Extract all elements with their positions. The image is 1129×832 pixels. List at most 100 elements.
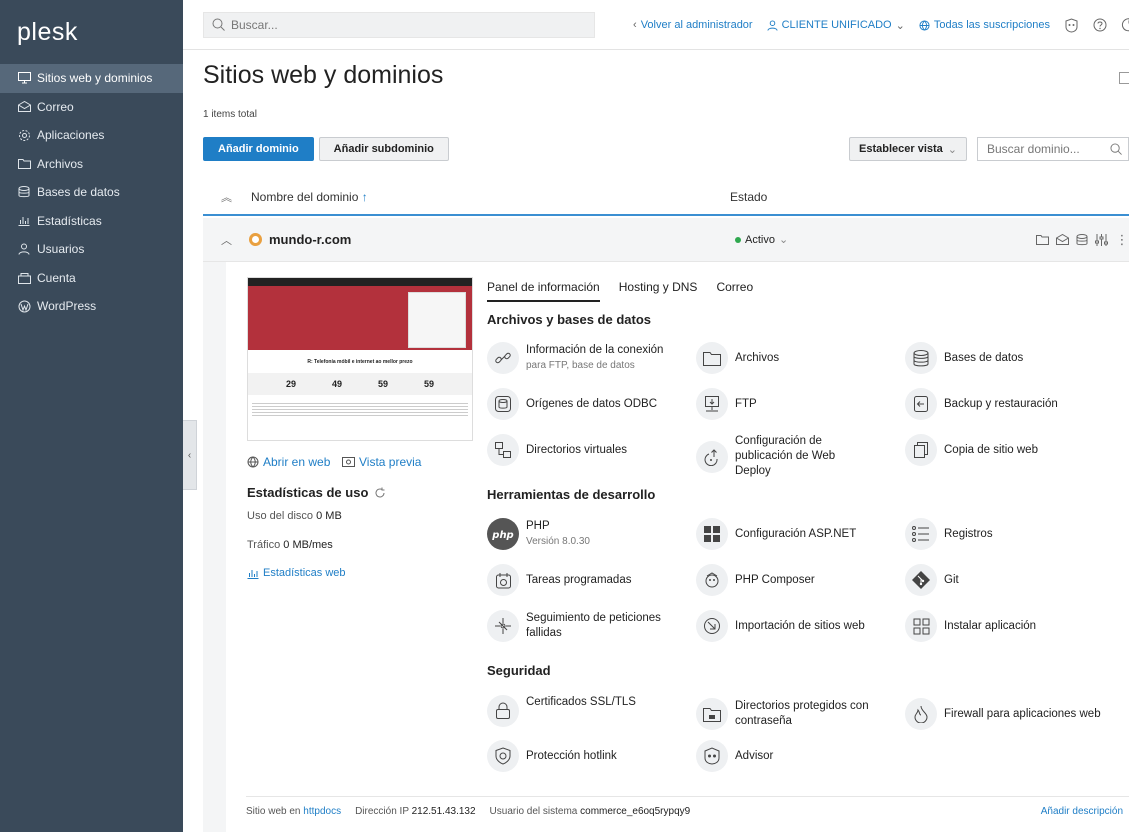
add-domain-button[interactable]: Añadir dominio: [203, 137, 314, 161]
thumb-footer-text: [252, 401, 468, 417]
tool-label: Archivos: [735, 351, 780, 364]
monitor-icon: [17, 71, 31, 85]
sidebar-item-account[interactable]: Cuenta: [0, 264, 183, 293]
user-icon: [17, 242, 31, 256]
tool-backup[interactable]: Backup y restauración: [905, 388, 1058, 420]
sidebar-item-wordpress[interactable]: WordPress: [0, 292, 183, 321]
tool-odbc[interactable]: Orígenes de datos ODBC: [487, 388, 657, 420]
website-thumbnail[interactable]: R: Telefonía móbil e internet ao mellor …: [247, 277, 473, 441]
tool-hotlink[interactable]: Protección hotlink: [487, 740, 617, 772]
thumb-banner: R: Telefonía móbil e internet ao mellor …: [307, 359, 413, 365]
tool-aspnet[interactable]: Configuración ASP.NET: [696, 518, 856, 550]
help-icon[interactable]: [1093, 18, 1107, 32]
tool-php[interactable]: php PHP Versión 8.0.30: [487, 518, 590, 550]
tool-protected-dirs[interactable]: Directorios protegidos con contraseña: [696, 698, 886, 730]
column-status[interactable]: Estado: [730, 190, 767, 204]
sidebar-item-websites[interactable]: Sitios web y dominios: [0, 64, 183, 93]
tool-label: Copia de sitio web: [944, 443, 1038, 456]
tool-import-sites[interactable]: Importación de sitios web: [696, 610, 865, 642]
ftp-icon: [696, 388, 728, 420]
customer-label: CLIENTE UNIFICADO: [781, 19, 892, 31]
list-header: ︽ Nombre del dominio ↑ Estado: [203, 180, 1129, 216]
more-menu-icon[interactable]: ⋮: [1115, 232, 1129, 248]
toolbar: Añadir dominio Añadir subdominio: [203, 137, 449, 161]
sidebar-item-mail[interactable]: Correo: [0, 93, 183, 122]
tool-label: Directorios protegidos con contraseña: [735, 700, 869, 727]
domain-row[interactable]: ︿ mundo-r.com Activo ⌄ ⋮: [203, 218, 1129, 262]
tool-files[interactable]: Archivos: [696, 342, 779, 374]
tool-php-composer[interactable]: PHP Composer: [696, 564, 815, 596]
search-input[interactable]: Buscar...: [203, 11, 595, 38]
add-subdomain-button[interactable]: Añadir subdominio: [318, 137, 449, 161]
refresh-icon[interactable]: [374, 487, 386, 499]
chevron-up-icon[interactable]: ︿: [221, 232, 245, 248]
tool-connection-info[interactable]: Información de la conexión para FTP, base…: [487, 342, 663, 374]
footer-ip: Dirección IP 212.51.43.132: [355, 806, 475, 817]
settings-sliders-icon[interactable]: [1095, 233, 1108, 246]
tool-label: Protección hotlink: [526, 749, 617, 762]
open-web-link[interactable]: Abrir en web: [247, 455, 330, 469]
sidebar-item-files[interactable]: Archivos: [0, 150, 183, 179]
thumb-price: 49: [331, 379, 342, 389]
wordpress-icon: [17, 299, 31, 313]
domain-panel: R: Telefonía móbil e internet ao mellor …: [203, 262, 1129, 832]
column-domain-name[interactable]: Nombre del dominio ↑: [251, 190, 368, 204]
theme-toggle-icon[interactable]: [1121, 18, 1129, 32]
tool-web-deploy[interactable]: Configuración de publicación de Web Depl…: [696, 434, 866, 479]
tab-hosting-dns[interactable]: Hosting y DNS: [619, 280, 698, 302]
add-description-link[interactable]: Añadir descripción: [1041, 806, 1123, 817]
sort-arrow-icon: ↑: [361, 190, 368, 204]
footer-user-label: Usuario del sistema: [489, 806, 578, 817]
mail-icon[interactable]: [1056, 234, 1069, 245]
tool-ssl[interactable]: Certificados SSL/TLS: [487, 692, 636, 727]
folder-icon[interactable]: [1036, 234, 1049, 245]
tool-scheduled-tasks[interactable]: Tareas programadas: [487, 564, 631, 596]
back-to-admin-link[interactable]: ‹ Volver al administrador: [633, 19, 753, 31]
tool-ftp[interactable]: FTP: [696, 388, 757, 420]
tool-logs[interactable]: Registros: [905, 518, 993, 550]
virtual-dirs-icon: [487, 434, 519, 466]
sidebar-item-label: Cuenta: [37, 270, 76, 285]
domain-search-input[interactable]: Buscar dominio...: [977, 137, 1129, 161]
tool-waf[interactable]: Firewall para aplicaciones web: [905, 698, 1101, 730]
footer-site-link[interactable]: httpdocs: [303, 806, 341, 817]
topbar: Buscar... ‹ Volver al administrador CLIEN…: [183, 0, 1129, 50]
tool-label: Backup y restauración: [944, 397, 1058, 410]
collapse-panel-icon[interactable]: [1119, 72, 1129, 84]
tool-failed-requests[interactable]: Seguimiento de peticiones fallidas: [487, 610, 687, 642]
sidebar-item-users[interactable]: Usuarios: [0, 235, 183, 264]
tool-git[interactable]: Git: [905, 564, 959, 596]
page-title: Sitios web y dominios: [203, 61, 444, 89]
domain-search-placeholder: Buscar dominio...: [987, 142, 1080, 156]
collapse-all-icon[interactable]: ︽: [221, 189, 241, 205]
database-icon[interactable]: [1076, 233, 1088, 246]
tool-advisor[interactable]: Advisor: [696, 740, 773, 772]
tool-databases[interactable]: Bases de datos: [905, 342, 1023, 374]
customer-switcher[interactable]: CLIENTE UNIFICADO ⌄: [767, 19, 905, 32]
tab-dashboard[interactable]: Panel de información: [487, 280, 600, 302]
globe-icon: [247, 456, 259, 468]
sidebar-item-databases[interactable]: Bases de datos: [0, 178, 183, 207]
plesk-logo[interactable]: plesk: [0, 0, 183, 64]
main-content: Sitios web y dominios 1 items total Añad…: [203, 50, 1129, 832]
sidebar-item-apps[interactable]: Aplicaciones: [0, 121, 183, 150]
subscriptions-link[interactable]: Todas las suscripciones: [919, 19, 1050, 31]
set-view-button[interactable]: Establecer vista ⌄: [849, 137, 967, 161]
web-stats-link[interactable]: Estadísticas web: [247, 567, 346, 579]
traffic: Tráfico 0 MB/mes: [247, 539, 333, 551]
preview-link[interactable]: Vista previa: [342, 455, 421, 469]
status-badge[interactable]: Activo ⌄: [735, 233, 788, 246]
tool-copy-site[interactable]: Copia de sitio web: [905, 434, 1038, 466]
tool-label: Directorios virtuales: [526, 443, 627, 456]
sidebar-collapse-handle[interactable]: ‹: [183, 420, 197, 490]
domain-name-link[interactable]: mundo-r.com: [269, 232, 351, 247]
tool-virtual-dirs[interactable]: Directorios virtuales: [487, 434, 627, 466]
usage-stats-title: Estadísticas de uso: [247, 485, 386, 500]
preview-label: Vista previa: [359, 455, 422, 469]
tab-mail[interactable]: Correo: [716, 280, 753, 302]
tool-label: PHP: [526, 520, 550, 532]
sidebar-item-label: Aplicaciones: [37, 128, 105, 143]
sidebar-item-stats[interactable]: Estadísticas: [0, 207, 183, 236]
tool-install-app[interactable]: Instalar aplicación: [905, 610, 1036, 642]
plesk-assistant-icon[interactable]: [1064, 17, 1079, 33]
